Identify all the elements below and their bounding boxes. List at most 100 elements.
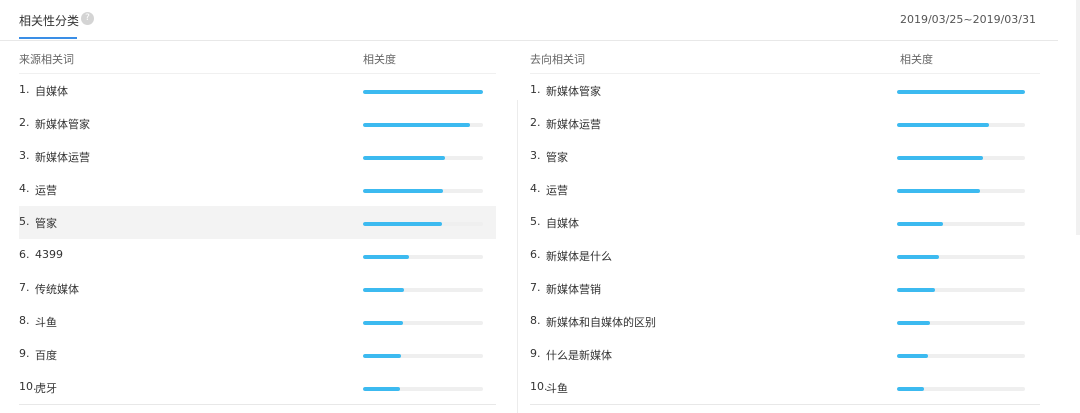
source-term-row[interactable]: 5. 管家: [19, 206, 496, 239]
related-term[interactable]: 虎牙: [35, 380, 57, 396]
related-term[interactable]: 传统媒体: [35, 281, 79, 297]
active-tab-underline: [19, 37, 77, 39]
question-circle-icon[interactable]: ?: [81, 12, 94, 25]
relevance-bar-fill: [897, 156, 983, 160]
relevance-bar-track: [363, 123, 483, 127]
relevance-bar-fill: [363, 387, 401, 391]
rank-number: 3.: [530, 149, 541, 162]
rank-number: 6.: [19, 248, 30, 261]
target-term-row[interactable]: 3. 管家: [530, 140, 1040, 173]
related-term[interactable]: 新媒体是什么: [546, 248, 612, 264]
rank-number: 1.: [530, 83, 541, 96]
rank-number: 7.: [19, 281, 30, 294]
rank-number: 3.: [19, 149, 30, 162]
source-term-list: 1. 自媒体 2. 新媒体管家 3. 新媒体运营 4. 运营 5. 管家 6. 4399 7. 传统媒体 8…: [19, 74, 496, 405]
source-term-row[interactable]: 1. 自媒体: [19, 74, 496, 107]
rank-number: 10.: [19, 380, 37, 393]
relevance-bar-track: [897, 156, 1025, 160]
relevance-bar-track: [363, 90, 483, 94]
related-term[interactable]: 自媒体: [546, 215, 579, 231]
relevance-bar-track: [363, 222, 483, 226]
related-term[interactable]: 新媒体管家: [35, 116, 90, 132]
relevance-bar-track: [897, 222, 1025, 226]
related-term[interactable]: 自媒体: [35, 83, 68, 99]
source-term-row[interactable]: 7. 传统媒体: [19, 272, 496, 305]
target-term-row[interactable]: 2. 新媒体运营: [530, 107, 1040, 140]
related-term[interactable]: 管家: [546, 149, 568, 165]
relevance-bar-fill: [897, 321, 931, 325]
rank-number: 8.: [530, 314, 541, 327]
source-relevance-column-label: 相关度: [363, 53, 396, 66]
related-term[interactable]: 管家: [35, 215, 57, 231]
relevance-bar-track: [363, 189, 483, 193]
relevance-bar-fill: [363, 156, 445, 160]
source-term-row[interactable]: 10. 虎牙: [19, 371, 496, 404]
rank-number: 5.: [19, 215, 30, 228]
relevance-bar-fill: [363, 255, 409, 259]
source-term-row[interactable]: 2. 新媒体管家: [19, 107, 496, 140]
target-relevance-column-label: 相关度: [900, 53, 933, 66]
target-term-list: 1. 新媒体管家 2. 新媒体运营 3. 管家 4. 运营 5. 自媒体 6. 新媒体是什么 7. 新媒体…: [530, 74, 1040, 405]
related-term[interactable]: 百度: [35, 347, 57, 363]
related-term[interactable]: 斗鱼: [35, 314, 57, 330]
relevance-bar-track: [897, 189, 1025, 193]
relevance-bar-fill: [363, 222, 443, 226]
related-term[interactable]: 新媒体管家: [546, 83, 601, 99]
list-bottom-border: [530, 404, 1040, 405]
scrollbar[interactable]: [1076, 0, 1080, 235]
rank-number: 4.: [19, 182, 30, 195]
relevance-bar-fill: [363, 123, 470, 127]
related-term[interactable]: 新媒体营销: [546, 281, 601, 297]
target-term-row[interactable]: 8. 新媒体和自媒体的区别: [530, 305, 1040, 338]
rank-number: 6.: [530, 248, 541, 261]
rank-number: 1.: [19, 83, 30, 96]
target-term-row[interactable]: 5. 自媒体: [530, 206, 1040, 239]
relevance-bar-fill: [897, 255, 940, 259]
source-term-row[interactable]: 3. 新媒体运营: [19, 140, 496, 173]
relevance-bar-fill: [363, 189, 444, 193]
related-term[interactable]: 运营: [35, 182, 57, 198]
related-term[interactable]: 斗鱼: [546, 380, 568, 396]
relevance-bar-track: [363, 354, 483, 358]
rank-number: 8.: [19, 314, 30, 327]
related-term[interactable]: 什么是新媒体: [546, 347, 612, 363]
relevance-bar-track: [363, 156, 483, 160]
related-term[interactable]: 新媒体运营: [35, 149, 90, 165]
relevance-bar-track: [363, 387, 483, 391]
source-term-row[interactable]: 8. 斗鱼: [19, 305, 496, 338]
source-term-row[interactable]: 6. 4399: [19, 239, 496, 272]
source-column-header: 来源相关词 相关度: [19, 43, 496, 74]
relevance-bar-fill: [897, 354, 928, 358]
relevance-bar-fill: [363, 288, 404, 292]
relevance-bar-fill: [363, 354, 402, 358]
relevance-bar-fill: [897, 387, 924, 391]
target-term-row[interactable]: 9. 什么是新媒体: [530, 338, 1040, 371]
target-term-row[interactable]: 6. 新媒体是什么: [530, 239, 1040, 272]
relevance-bar-track: [363, 255, 483, 259]
related-term[interactable]: 运营: [546, 182, 568, 198]
target-term-row[interactable]: 1. 新媒体管家: [530, 74, 1040, 107]
relevance-bar-fill: [897, 288, 936, 292]
rank-number: 7.: [530, 281, 541, 294]
list-bottom-border: [19, 404, 496, 405]
tab-relevance-classification[interactable]: 相关性分类: [19, 12, 79, 29]
rank-number: 9.: [530, 347, 541, 360]
related-term[interactable]: 新媒体运营: [546, 116, 601, 132]
rank-number: 5.: [530, 215, 541, 228]
target-term-row[interactable]: 7. 新媒体营销: [530, 272, 1040, 305]
relevance-bar-track: [897, 255, 1025, 259]
source-term-row[interactable]: 9. 百度: [19, 338, 496, 371]
source-term-row[interactable]: 4. 运营: [19, 173, 496, 206]
relevance-bar-track: [897, 321, 1025, 325]
relevance-bar-fill: [363, 90, 483, 94]
rank-number: 10.: [530, 380, 548, 393]
related-term[interactable]: 新媒体和自媒体的区别: [546, 314, 656, 330]
date-range: 2019/03/25~2019/03/31: [899, 13, 1036, 26]
relevance-bar-fill: [897, 123, 990, 127]
target-term-row[interactable]: 10. 斗鱼: [530, 371, 1040, 404]
related-term[interactable]: 4399: [35, 248, 63, 261]
target-term-row[interactable]: 4. 运营: [530, 173, 1040, 206]
relevance-bar-track: [897, 288, 1025, 292]
relevance-bar-track: [363, 288, 483, 292]
rank-number: 9.: [19, 347, 30, 360]
